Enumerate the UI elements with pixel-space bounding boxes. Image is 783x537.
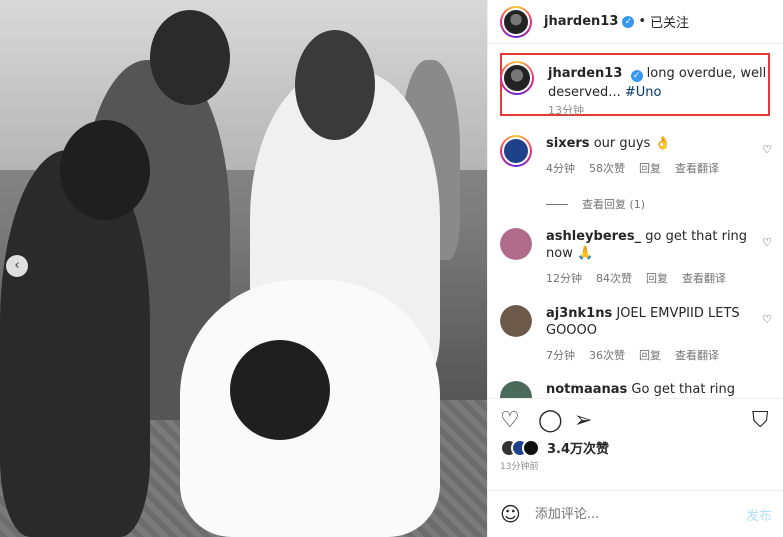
comment-avatar[interactable] [500,228,532,260]
photo-prev-button[interactable]: ‹ [6,255,28,277]
comment-time: 12分钟 [546,272,582,285]
caption-time: 13分钟 [548,104,584,117]
comment-item: aj3nk1ns JOEL EMVPIID LETS GOOOO 7分钟 36次… [500,305,782,363]
likes-row: 3.4万次赞 [500,438,609,457]
comment-username[interactable]: notmaanas [546,382,627,397]
comment-avatar[interactable] [500,305,532,337]
save-bookmark-icon[interactable]: ⛉ [752,409,769,433]
verified-icon: ✓ [630,70,643,82]
comment-username[interactable]: sixers [546,136,590,151]
like-comment-heart-icon[interactable]: ♡ [762,313,772,326]
comment-text: our guys 👌 [593,136,671,151]
liker-avatar[interactable] [522,438,540,457]
post-side-panel: jharden13 ✓ • 已关注 jharden13 ✓ long overd… [487,0,783,537]
comment-username[interactable]: aj3nk1ns [546,306,612,321]
separator-dot: • [638,14,647,29]
comment-likes[interactable]: 36次赞 [589,347,625,363]
translate-button[interactable]: 查看翻译 [682,270,726,286]
emoji-smile-icon[interactable]: ☺ [500,502,521,526]
like-comment-heart-icon[interactable]: ♡ [762,143,772,156]
follow-status-button[interactable]: 已关注 [650,12,689,31]
author-avatar[interactable] [500,5,532,38]
like-heart-icon[interactable]: ♡ [500,409,520,433]
comment-avatar[interactable] [500,135,532,167]
comment-item: ashleyberes_ go get that ring now 🙏 12分钟… [500,228,782,286]
caption: jharden13 ✓ long overdue, well deserved.… [502,55,778,118]
author-username[interactable]: jharden13 [544,14,618,29]
comment-input[interactable] [534,506,720,522]
post-comment-button[interactable]: 发布 [746,505,772,524]
photo-head [60,120,150,220]
view-replies-label: 查看回复 (1) [582,198,646,211]
comment-input-row: ☺ 发布 [488,490,783,537]
likes-count[interactable]: 3.4万次赞 [547,438,609,457]
post-photo[interactable]: ‹ [0,0,487,537]
post-time-ago: 13分钟前 [500,462,539,472]
like-comment-heart-icon[interactable]: ♡ [762,236,772,249]
caption-highlight-box: jharden13 ✓ long overdue, well deserved.… [500,53,770,117]
share-icon[interactable]: ➢ [574,409,592,433]
hashtag-link[interactable]: #Uno [625,85,662,100]
replies-line [546,203,568,205]
verified-icon: ✓ [622,15,635,28]
comment-time: 7分钟 [546,349,575,362]
caption-text: jharden13 ✓ long overdue, well deserved.… [548,64,778,102]
photo-head [230,340,330,440]
translate-button[interactable]: 查看翻译 [675,160,719,176]
translate-button[interactable]: 查看翻译 [675,347,719,363]
photo-head [150,10,230,105]
comment-likes[interactable]: 84次赞 [596,270,632,286]
reply-button[interactable]: 回复 [639,347,661,363]
comment-likes[interactable]: 58次赞 [589,160,625,176]
comment-item: sixers our guys 👌 4分钟 58次赞 回复 查看翻译 ♡ [500,135,782,176]
comment-icon[interactable]: ◯ [538,409,563,433]
photo-head [295,30,375,140]
caption-username[interactable]: jharden13 [548,66,622,81]
reply-button[interactable]: 回复 [646,270,668,286]
comment-time: 4分钟 [546,162,575,175]
comment-item: notmaanas Go get that ring king [500,381,782,398]
reply-button[interactable]: 回复 [639,160,661,176]
post-header: jharden13 ✓ • 已关注 [488,0,783,44]
view-replies-button[interactable]: 查看回复 (1) [546,196,645,212]
comment-avatar[interactable] [500,381,532,398]
comment-username[interactable]: ashleyberes_ [546,229,641,244]
